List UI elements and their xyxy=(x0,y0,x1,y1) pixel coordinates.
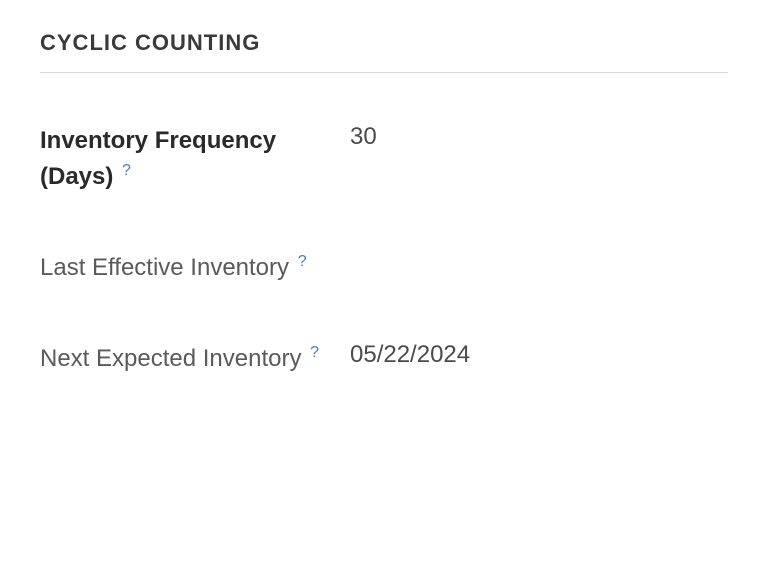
label-text: Last Effective Inventory xyxy=(40,254,289,281)
field-label-next-expected-inventory: Next Expected Inventory ? xyxy=(40,341,340,377)
field-row-last-effective-inventory: Last Effective Inventory ? xyxy=(40,250,728,286)
label-text: Inventory Frequency (Days) xyxy=(40,127,276,190)
label-text: Next Expected Inventory xyxy=(40,345,301,372)
help-icon[interactable]: ? xyxy=(298,250,307,274)
fields-container: Inventory Frequency (Days) ? 30 Last Eff… xyxy=(40,123,728,377)
field-row-next-expected-inventory: Next Expected Inventory ? 05/22/2024 xyxy=(40,341,728,377)
help-icon[interactable]: ? xyxy=(310,341,319,365)
help-icon[interactable]: ? xyxy=(122,159,131,183)
field-row-inventory-frequency: Inventory Frequency (Days) ? 30 xyxy=(40,123,728,195)
field-label-last-effective-inventory: Last Effective Inventory ? xyxy=(40,250,340,286)
field-value-next-expected-inventory: 05/22/2024 xyxy=(340,341,470,369)
section-header: CYCLIC COUNTING xyxy=(40,30,728,73)
field-label-inventory-frequency: Inventory Frequency (Days) ? xyxy=(40,123,340,195)
field-value-inventory-frequency: 30 xyxy=(340,123,377,151)
